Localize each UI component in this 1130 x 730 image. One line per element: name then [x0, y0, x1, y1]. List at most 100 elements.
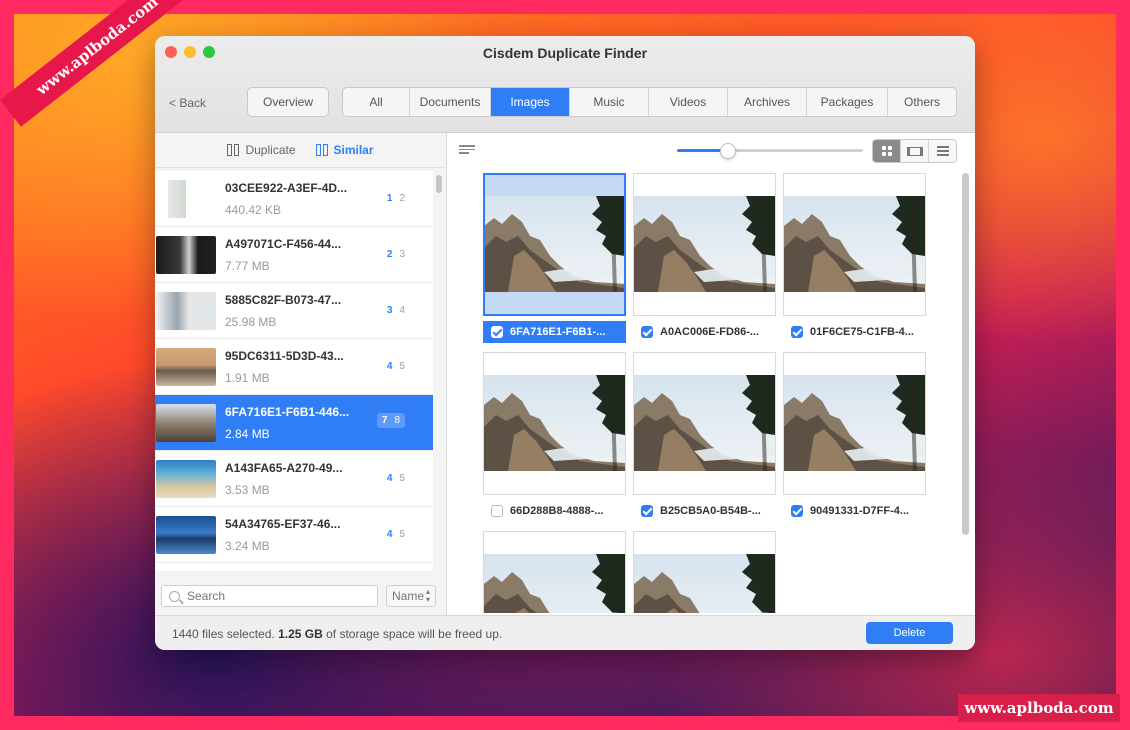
image-tile[interactable] [633, 531, 776, 613]
image-panel: 6FA716E1-F6B1-... A0AC006E-FD86-... 01F6… [447, 133, 975, 615]
group-row[interactable]: A497071C-F456-44... 7.77 MB 2 3 [155, 227, 433, 283]
app-window: Cisdem Duplicate Finder < Back Overview … [155, 36, 975, 650]
image-filename: 90491331-D7FF-4... [810, 505, 910, 517]
landscape-thumbnail [784, 196, 925, 292]
group-thumbnail [156, 515, 216, 554]
group-list-scrollbar[interactable] [436, 175, 442, 193]
image-tile[interactable]: B25CB5A0-B54B-... [633, 352, 776, 522]
image-grid-scrollbar[interactable] [962, 173, 969, 535]
sort-options-icon[interactable] [459, 145, 475, 155]
image-filename: 6FA716E1-F6B1-... [510, 326, 606, 338]
list-icon [936, 146, 949, 156]
tab-documents[interactable]: Documents [410, 88, 491, 116]
group-counts: 23 [387, 249, 405, 260]
similar-mode-button[interactable]: Similar [315, 143, 374, 157]
image-tile[interactable]: A0AC006E-FD86-... [633, 173, 776, 343]
group-thumbnail [156, 459, 216, 498]
landscape-thumbnail [634, 554, 775, 613]
total-count-badge: 3 [399, 249, 405, 260]
group-row[interactable]: 6FA716E1-F6B1-446... 2.84 MB 7 8 [155, 395, 433, 451]
similar-icon [315, 143, 330, 157]
selected-count-badge: 7 [381, 415, 388, 426]
list-view-button[interactable] [929, 140, 956, 162]
delete-button[interactable]: Delete [866, 622, 953, 644]
total-count-badge: 2 [399, 193, 405, 204]
selected-count-badge: 3 [386, 305, 393, 316]
image-preview[interactable] [483, 531, 626, 613]
image-caption: B25CB5A0-B54B-... [633, 500, 776, 522]
duplicate-mode-label: Duplicate [245, 143, 296, 157]
group-row[interactable]: 54A34765-EF37-46... 3.24 MB 4 5 [155, 507, 433, 563]
group-counts: 45 [387, 473, 405, 484]
tab-images[interactable]: Images [491, 88, 570, 116]
group-counts: 45 [387, 529, 405, 540]
image-caption: 6FA716E1-F6B1-... [483, 321, 626, 343]
group-size: 440.42 KB [225, 202, 282, 217]
tab-archives[interactable]: Archives [728, 88, 807, 116]
image-checkbox[interactable] [791, 326, 803, 338]
group-list: 03CEE922-A3EF-4D... 440.42 KB 1 2 A497071C-F… [155, 171, 433, 571]
selected-count-badge: 2 [386, 249, 393, 260]
group-row[interactable]: 95DC6311-5D3D-43... 1.91 MB 4 5 [155, 339, 433, 395]
image-preview[interactable] [633, 352, 776, 495]
tab-videos[interactable]: Videos [649, 88, 728, 116]
tab-all[interactable]: All [343, 88, 410, 116]
landscape-thumbnail [634, 196, 775, 292]
group-row[interactable]: 03CEE922-A3EF-4D... 440.42 KB 1 2 [155, 171, 433, 227]
back-button[interactable]: < Back [169, 96, 206, 110]
image-tile[interactable]: 66D288B8-4888-... [483, 352, 626, 522]
total-count-badge: 5 [399, 529, 405, 540]
group-row[interactable]: 5885C82F-B073-47... 25.98 MB 3 4 [155, 283, 433, 339]
slider-knob[interactable] [720, 143, 737, 159]
image-preview[interactable] [783, 352, 926, 495]
group-counts: 34 [387, 305, 405, 316]
group-size: 1.91 MB [225, 370, 270, 385]
sort-dropdown[interactable]: Name ▴ ▾ [386, 585, 436, 607]
window-title: Cisdem Duplicate Finder [482, 45, 648, 61]
image-tile[interactable]: 01F6CE75-C1FB-4... [783, 173, 926, 343]
title-bar: Cisdem Duplicate Finder < Back Overview … [155, 36, 975, 133]
overview-button[interactable]: Overview [247, 87, 329, 117]
image-tile[interactable]: 90491331-D7FF-4... [783, 352, 926, 522]
image-toolbar [447, 133, 975, 167]
freed-size: 1.25 GB [278, 627, 323, 641]
image-checkbox[interactable] [491, 326, 503, 338]
search-input[interactable] [185, 588, 377, 604]
group-thumbnail [156, 235, 216, 274]
thumbnail-size-slider[interactable] [677, 143, 863, 159]
tab-packages[interactable]: Packages [807, 88, 888, 116]
selected-text: files selected. [198, 627, 279, 641]
image-grid: 6FA716E1-F6B1-... A0AC006E-FD86-... 01F6… [483, 173, 943, 613]
image-preview[interactable] [483, 352, 626, 495]
image-caption: 01F6CE75-C1FB-4... [783, 321, 926, 343]
image-preview[interactable] [783, 173, 926, 316]
group-thumbnail [156, 179, 216, 218]
landscape-thumbnail [484, 554, 625, 613]
filmstrip-view-button[interactable] [901, 140, 929, 162]
image-caption: 66D288B8-4888-... [483, 500, 626, 522]
group-counts: 45 [387, 361, 405, 372]
image-checkbox[interactable] [491, 505, 503, 517]
filmstrip-icon [906, 146, 923, 156]
group-size: 3.24 MB [225, 538, 270, 553]
tab-others[interactable]: Others [888, 88, 956, 116]
image-preview[interactable] [483, 173, 626, 316]
group-row[interactable]: A143FA65-A270-49... 3.53 MB 4 5 [155, 451, 433, 507]
group-row[interactable] [155, 563, 433, 571]
image-preview[interactable] [633, 173, 776, 316]
image-filename: A0AC006E-FD86-... [660, 326, 760, 338]
group-counts: 78 [376, 413, 405, 428]
image-tile[interactable]: 6FA716E1-F6B1-... [483, 173, 626, 343]
image-checkbox[interactable] [791, 505, 803, 517]
image-checkbox[interactable] [641, 505, 653, 517]
landscape-thumbnail [634, 375, 775, 471]
group-counts: 12 [387, 193, 405, 204]
duplicate-mode-button[interactable]: Duplicate [227, 143, 296, 157]
image-preview[interactable] [633, 531, 776, 613]
tab-music[interactable]: Music [570, 88, 649, 116]
image-tile[interactable] [483, 531, 626, 613]
image-checkbox[interactable] [641, 326, 653, 338]
search-box [161, 585, 378, 607]
grid-icon [881, 146, 892, 156]
grid-view-button[interactable] [873, 140, 901, 162]
